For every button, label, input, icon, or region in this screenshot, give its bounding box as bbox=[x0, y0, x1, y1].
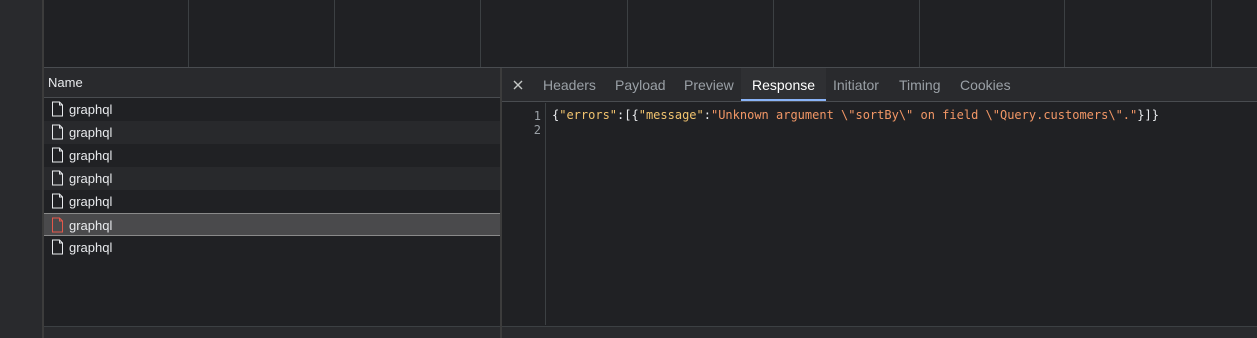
tab-cookies[interactable]: Cookies bbox=[960, 68, 1011, 101]
request-rows: graphql graphql graphql graphql graphql graph… bbox=[44, 98, 501, 259]
name-column-header[interactable]: Name bbox=[44, 68, 501, 98]
request-name: graphql bbox=[69, 194, 113, 209]
close-icon[interactable] bbox=[511, 78, 525, 92]
tab-headers[interactable]: Headers bbox=[543, 68, 596, 101]
tab-payload[interactable]: Payload bbox=[615, 68, 666, 101]
json-token-key: "errors" bbox=[559, 108, 618, 122]
tab-timing[interactable]: Timing bbox=[899, 68, 941, 101]
network-overview-timeline[interactable] bbox=[44, 0, 1257, 68]
request-list: Name graphql graphql graphql graphql graphql… bbox=[44, 68, 501, 338]
timeline-gridline bbox=[919, 0, 920, 67]
file-icon bbox=[52, 239, 63, 255]
timeline-gridline bbox=[188, 0, 189, 67]
line-number: 1 bbox=[533, 109, 541, 123]
request-row[interactable]: graphql bbox=[44, 167, 501, 190]
response-viewer[interactable]: 1 2 {"errors":[{"message":"Unknown argum… bbox=[502, 103, 1257, 325]
tab-preview[interactable]: Preview bbox=[684, 68, 734, 101]
file-icon bbox=[52, 147, 63, 163]
request-name: graphql bbox=[69, 171, 113, 186]
json-token-brace: : bbox=[703, 108, 711, 122]
timeline-gridline bbox=[1211, 0, 1212, 67]
json-token-key: "message" bbox=[638, 108, 704, 122]
line-number: 2 bbox=[533, 123, 541, 137]
request-name: graphql bbox=[69, 240, 113, 255]
timeline-gridline bbox=[773, 0, 774, 67]
left-gutter bbox=[0, 0, 42, 338]
file-icon bbox=[52, 101, 63, 117]
file-icon bbox=[52, 124, 63, 140]
request-row[interactable]: graphql bbox=[44, 144, 501, 167]
json-token-brace: }]} bbox=[1137, 108, 1159, 122]
json-token-brace: :[{ bbox=[617, 108, 639, 122]
request-row[interactable]: graphql bbox=[44, 236, 501, 259]
tab-initiator[interactable]: Initiator bbox=[833, 68, 879, 101]
timeline-gridline bbox=[1064, 0, 1065, 67]
detail-tabbar: Headers Payload Preview Response Initiator Ti… bbox=[502, 68, 1257, 102]
request-row[interactable]: graphql bbox=[44, 213, 501, 236]
request-name: graphql bbox=[69, 102, 113, 117]
request-detail-panel: Headers Payload Preview Response Initiator Ti… bbox=[502, 68, 1257, 338]
json-token-str: "Unknown argument \"sortBy\" on field \"… bbox=[710, 108, 1138, 122]
request-name: graphql bbox=[69, 148, 113, 163]
timeline-gridline bbox=[334, 0, 335, 67]
request-row[interactable]: graphql bbox=[44, 98, 501, 121]
request-name: graphql bbox=[69, 218, 113, 233]
file-icon bbox=[52, 193, 63, 209]
timeline-gridline bbox=[480, 0, 481, 67]
tab-response[interactable]: Response bbox=[741, 68, 827, 101]
line-number-gutter: 1 2 bbox=[502, 103, 546, 325]
file-icon bbox=[52, 170, 63, 186]
request-name: graphql bbox=[69, 125, 113, 140]
request-row[interactable]: graphql bbox=[44, 190, 501, 213]
file-error-icon bbox=[52, 217, 63, 233]
request-row[interactable]: graphql bbox=[44, 121, 501, 144]
detail-footer bbox=[502, 326, 1257, 338]
response-json: {"errors":[{"message":"Unknown argument … bbox=[552, 108, 1159, 122]
timeline-gridline bbox=[627, 0, 628, 67]
request-list-footer bbox=[44, 326, 501, 338]
